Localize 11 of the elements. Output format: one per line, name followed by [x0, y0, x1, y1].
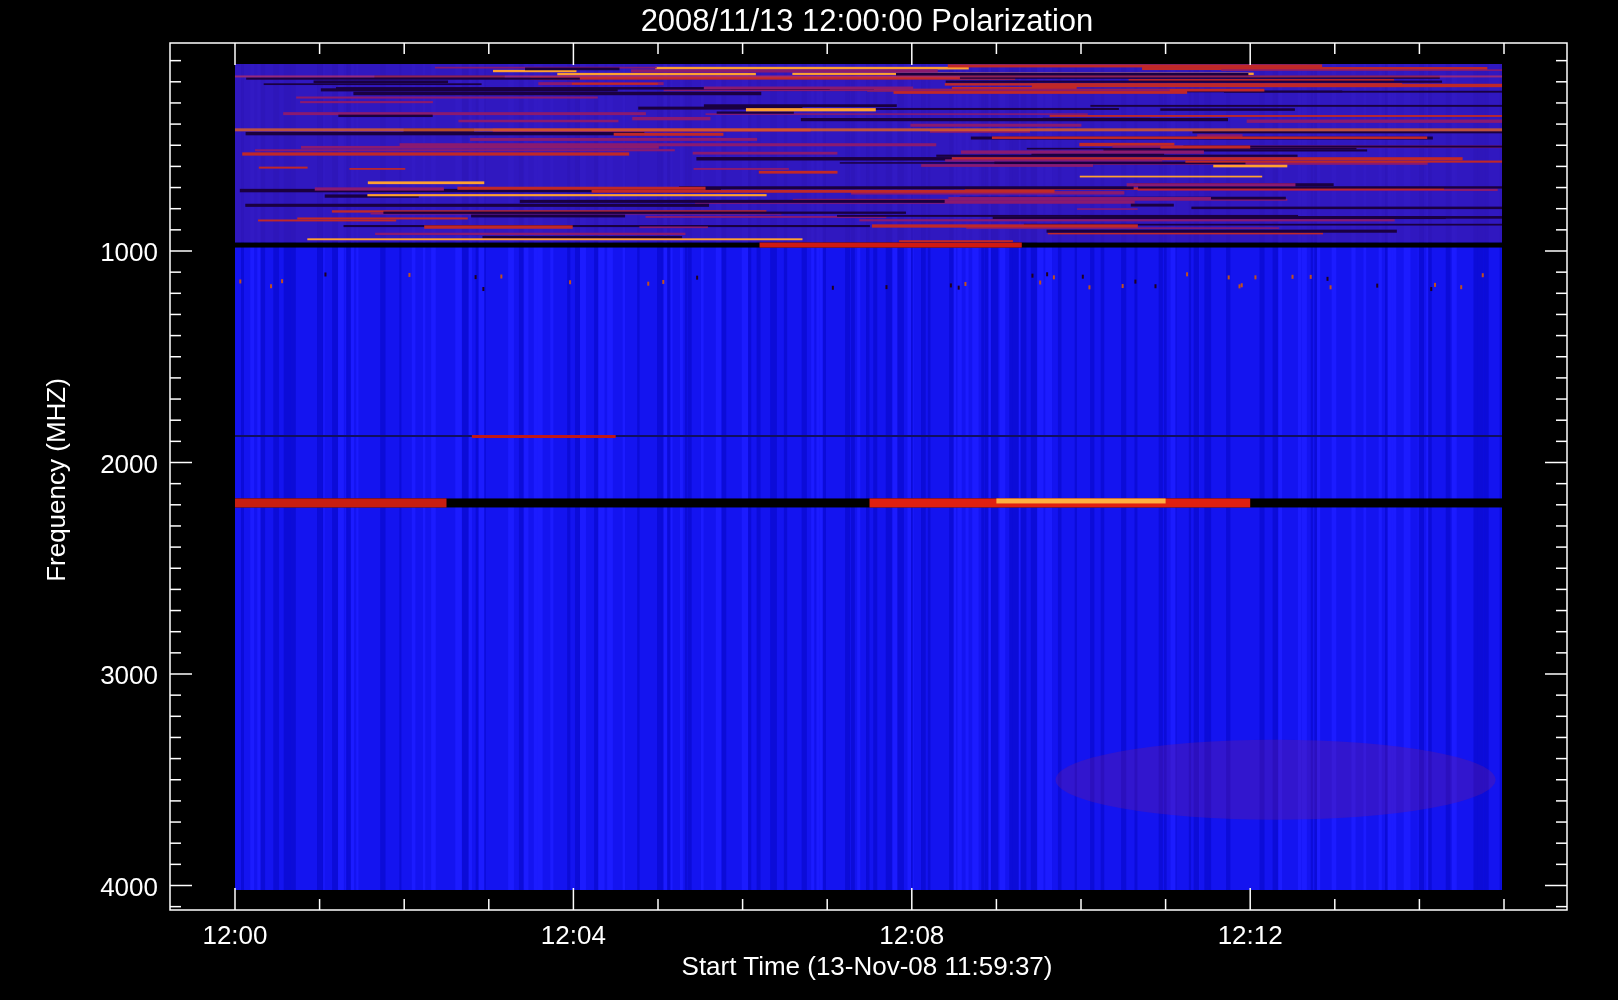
y-tick-label: 3000	[100, 660, 158, 690]
chart-title: 2008/11/13 12:00:00 Polarization	[640, 3, 1094, 38]
y-tick-label: 1000	[100, 237, 158, 267]
x-tick-label: 12:00	[202, 920, 268, 950]
y-tick-label: 2000	[100, 448, 158, 479]
y-tick-label: 4000	[100, 871, 158, 902]
x-axis-label: Start Time (13-Nov-08 11:59:37)	[681, 951, 1053, 981]
x-tick-label: 12:12	[1217, 920, 1283, 950]
x-tick-label: 12:08	[879, 920, 945, 950]
x-tick-label: 12:04	[540, 920, 606, 950]
y-axis-label: Frequency (MHZ)	[41, 378, 71, 582]
